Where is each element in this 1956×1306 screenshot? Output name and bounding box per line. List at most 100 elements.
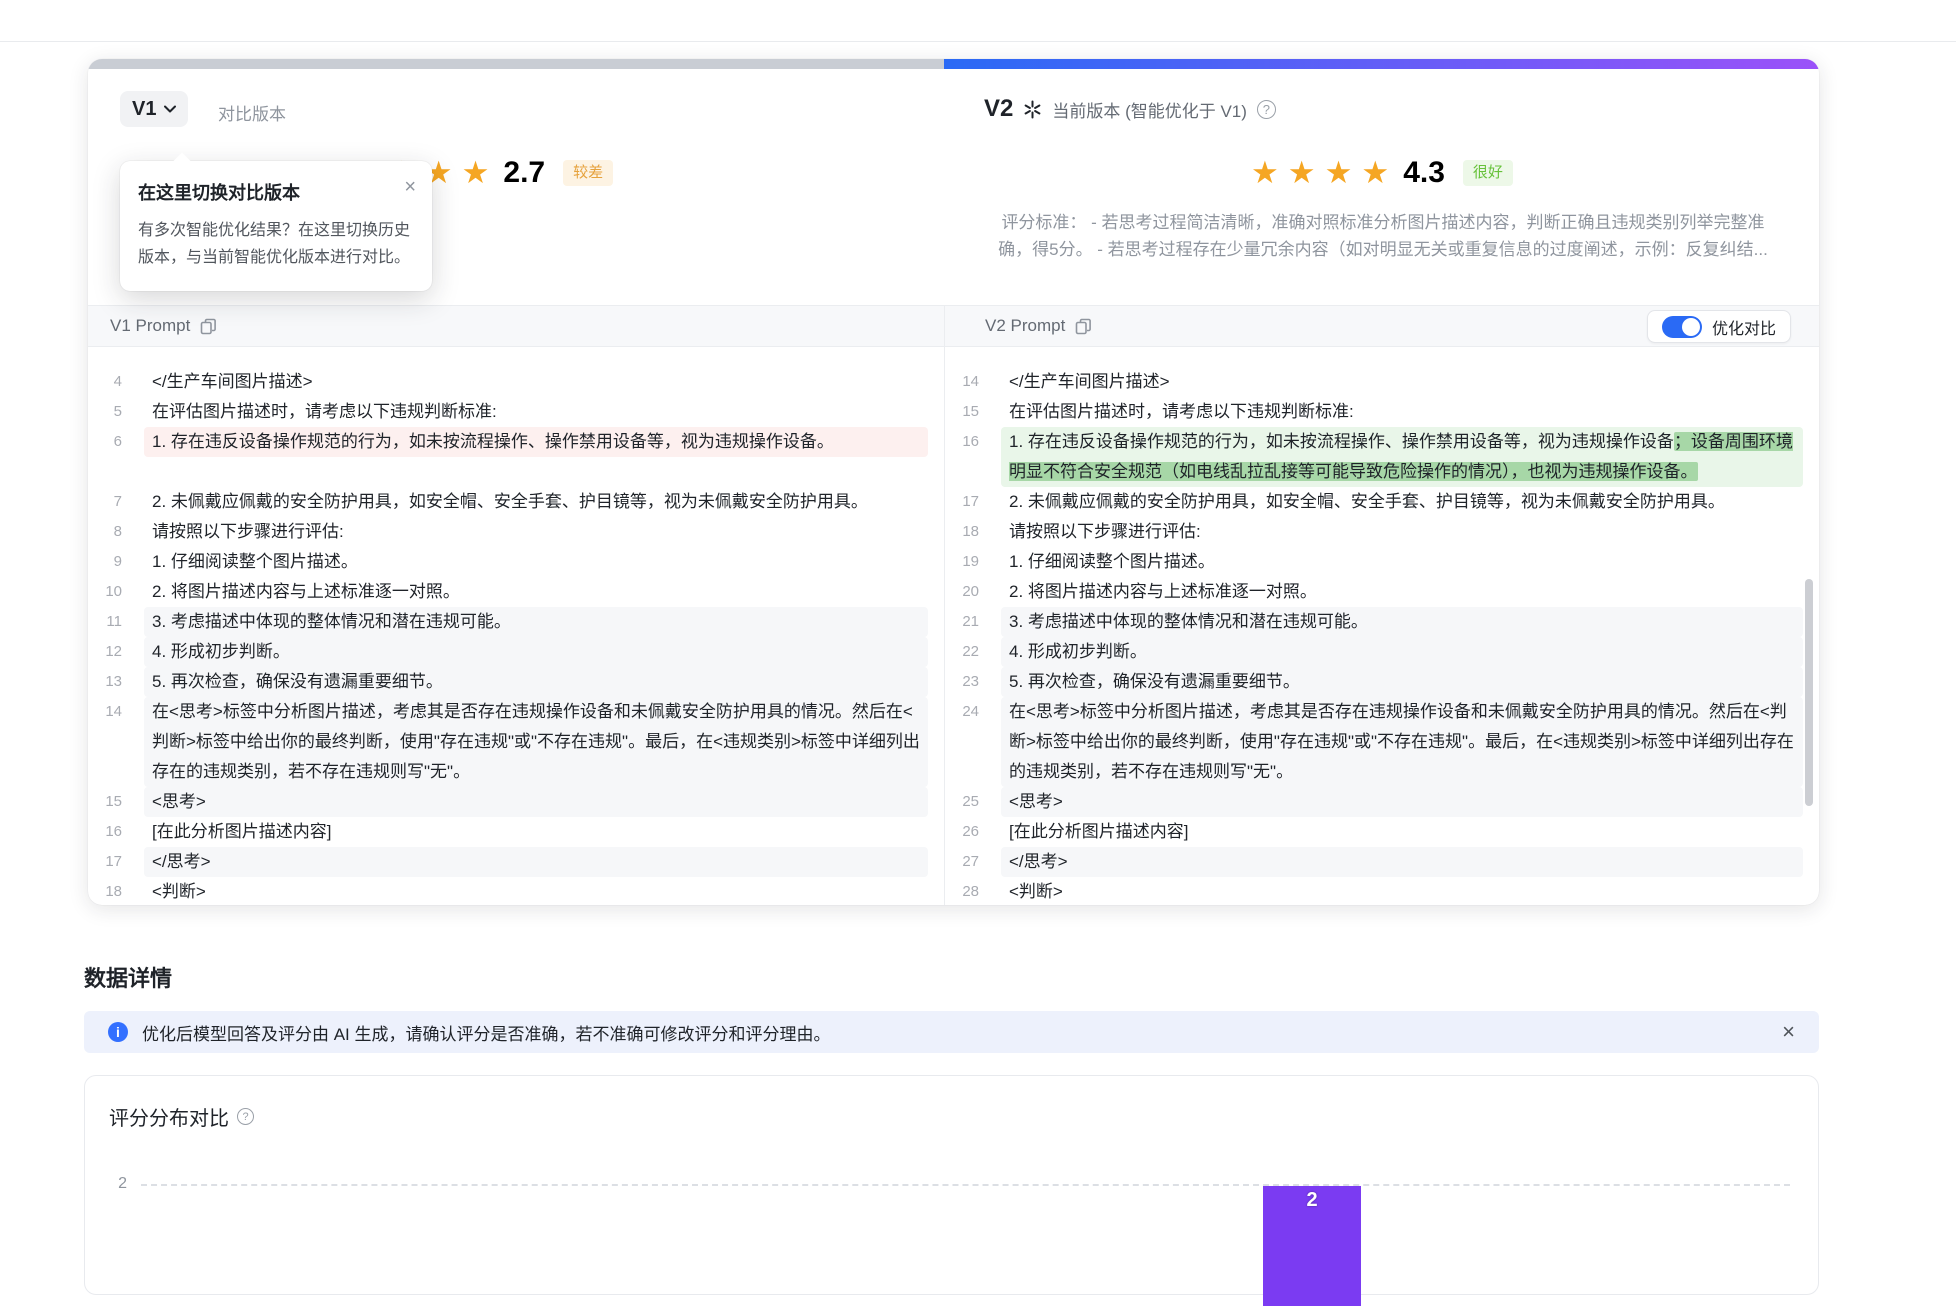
code-line: 19 1. 仔细阅读整个图片描述。 bbox=[945, 547, 1819, 577]
line-number: 22 bbox=[945, 637, 979, 667]
code-line: 17 </思考> bbox=[88, 847, 944, 877]
line-number: 16 bbox=[88, 817, 122, 847]
line-number: 12 bbox=[88, 637, 122, 667]
code-line: 15 在评估图片描述时，请考虑以下违规判断标准: bbox=[945, 397, 1819, 427]
code-text: 4. 形成初步判断。 bbox=[1001, 637, 1803, 667]
line-number: 6 bbox=[88, 427, 122, 457]
code-text: 1. 仔细阅读整个图片描述。 bbox=[1001, 547, 1803, 577]
code-line: 6 1. 存在违反设备操作规范的行为，如未按流程操作、操作禁用设备等，视为违规操作… bbox=[88, 427, 944, 457]
optimize-compare-toggle[interactable]: 优化对比 bbox=[1647, 310, 1791, 343]
line-number: 8 bbox=[88, 517, 122, 547]
code-text: 2. 将图片描述内容与上述标准逐一对照。 bbox=[144, 577, 928, 607]
line-number: 18 bbox=[945, 517, 979, 547]
code-line: 20 2. 将图片描述内容与上述标准逐一对照。 bbox=[945, 577, 1819, 607]
v2-scoring-criteria: 评分标准： - 若思考过程简洁清晰，准确对照标准分析图片描述内容，判断正确且违规… bbox=[988, 209, 1778, 263]
scrollbar-thumb[interactable] bbox=[1805, 579, 1813, 806]
line-number: 16 bbox=[945, 427, 979, 487]
line-number: 13 bbox=[88, 667, 122, 697]
chart-title: 评分分布对比 bbox=[109, 1102, 229, 1131]
line-number: 17 bbox=[88, 847, 122, 877]
line-number: 10 bbox=[88, 577, 122, 607]
banner-text: 优化后模型回答及评分由 AI 生成，请确认评分是否准确，若不准确可修改评分和评分… bbox=[142, 1020, 1768, 1045]
copy-icon bbox=[200, 318, 217, 335]
chart-title-row: 评分分布对比 ? bbox=[109, 1102, 254, 1131]
v1-prompt-content: 4</生产车间图片描述>5 在评估图片描述时，请考虑以下违规判断标准: 6 1. 存在… bbox=[88, 347, 944, 905]
tooltip-title: 在这里切换对比版本 bbox=[138, 179, 414, 205]
code-line: 72. 未佩戴应佩戴的安全防护用具，如安全帽、安全手套、护目镜等，视为未佩戴安全… bbox=[88, 487, 944, 517]
v2-title-row: V2 当前版本 (智能优化于 V1) ? bbox=[984, 95, 1276, 123]
star-icon: ★ bbox=[1361, 155, 1389, 191]
v1-copy-button[interactable] bbox=[200, 318, 217, 335]
line-number: 4 bbox=[88, 367, 122, 397]
line-number: 17 bbox=[945, 487, 979, 517]
star-icon: ★ bbox=[1325, 155, 1353, 191]
v1-version-label: V1 bbox=[132, 98, 156, 121]
v1-color-bar bbox=[88, 59, 944, 69]
page-header-divider bbox=[0, 41, 1956, 42]
line-number: 15 bbox=[945, 397, 979, 427]
code-text: 在评估图片描述时，请考虑以下违规判断标准: bbox=[144, 397, 928, 427]
v1-prompt-header: V1 Prompt bbox=[88, 306, 944, 346]
prompt-diff-area: 4</生产车间图片描述>5 在评估图片描述时，请考虑以下违规判断标准: 6 1. 存在… bbox=[88, 347, 1819, 905]
code-line: 28<判断> bbox=[945, 877, 1819, 905]
code-text: 在评估图片描述时，请考虑以下违规判断标准: bbox=[1001, 397, 1803, 427]
chart-bar-label: 2 bbox=[1263, 1189, 1361, 1212]
code-text: [在此分析图片描述内容] bbox=[144, 817, 928, 847]
code-text: 3. 考虑描述中体现的整体情况和潜在违规可能。 bbox=[144, 607, 928, 637]
ai-optimize-icon bbox=[1023, 100, 1042, 119]
code-line: 8请按照以下步骤进行评估: bbox=[88, 517, 944, 547]
code-text: 4. 形成初步判断。 bbox=[144, 637, 928, 667]
chart-help-icon[interactable]: ? bbox=[237, 1108, 254, 1125]
v1-score: 2.7 bbox=[503, 156, 545, 190]
gridline bbox=[141, 1184, 1790, 1186]
code-text: <思考> bbox=[144, 787, 928, 817]
line-number: 5 bbox=[88, 397, 122, 427]
card-top-color-bar bbox=[88, 59, 1819, 69]
code-line: 4</生产车间图片描述> bbox=[88, 367, 944, 397]
v2-prompt-header: V2 Prompt 优化对比 bbox=[944, 306, 1819, 346]
code-text: 2. 将图片描述内容与上述标准逐一对照。 bbox=[1001, 577, 1803, 607]
code-line: 22 4. 形成初步判断。 bbox=[945, 637, 1819, 667]
v1-version-select[interactable]: V1 bbox=[120, 91, 188, 127]
compare-version-label: 对比版本 bbox=[218, 100, 286, 125]
code-line: 235. 再次检查，确保没有遗漏重要细节。 bbox=[945, 667, 1819, 697]
line-number: 14 bbox=[88, 697, 122, 787]
card-header: V1 对比版本 ★★★ 2.7 较差 在这里切换对比版本 × 有多次智能优化结果… bbox=[88, 69, 1819, 305]
v2-prompt-label: V2 Prompt bbox=[985, 316, 1065, 336]
line-number: 14 bbox=[945, 367, 979, 397]
code-line: 18<判断> bbox=[88, 877, 944, 905]
help-icon[interactable]: ? bbox=[1257, 100, 1276, 119]
code-line: 5 在评估图片描述时，请考虑以下违规判断标准: bbox=[88, 397, 944, 427]
toggle-switch-on[interactable] bbox=[1662, 316, 1702, 338]
code-text: 1. 存在违反设备操作规范的行为，如未按流程操作、操作禁用设备等，视为违规操作设… bbox=[144, 427, 928, 457]
score-distribution-card: 评分分布对比 ? 2 2 bbox=[84, 1075, 1819, 1295]
star-icon: ★ bbox=[462, 155, 490, 191]
code-line: 26[在此分析图片描述内容] bbox=[945, 817, 1819, 847]
code-text: 在<思考>标签中分析图片描述，考虑其是否存在违规操作设备和未佩戴安全防护用具的情… bbox=[1001, 697, 1803, 787]
code-line: 113. 考虑描述中体现的整体情况和潜在违规可能。 bbox=[88, 607, 944, 637]
tooltip-body: 有多次智能优化结果？在这里切换历史版本，与当前智能优化版本进行对比。 bbox=[138, 217, 414, 271]
code-line: 17 2. 未佩戴应佩戴的安全防护用具，如安全帽、安全手套、护目镜等，视为未佩戴安… bbox=[945, 487, 1819, 517]
code-line: 161. 存在违反设备操作规范的行为，如未按流程操作、操作禁用设备等，视为违规操… bbox=[945, 427, 1819, 487]
banner-close-icon[interactable]: × bbox=[1782, 1019, 1795, 1045]
code-line: 24在<思考>标签中分析图片描述，考虑其是否存在违规操作设备和未佩戴安全防护用具… bbox=[945, 697, 1819, 787]
code-line: 213. 考虑描述中体现的整体情况和潜在违规可能。 bbox=[945, 607, 1819, 637]
version-switch-tooltip: 在这里切换对比版本 × 有多次智能优化结果？在这里切换历史版本，与当前智能优化版… bbox=[120, 161, 432, 291]
v2-copy-button[interactable] bbox=[1075, 318, 1092, 335]
line-number: 19 bbox=[945, 547, 979, 577]
ai-notice-banner: i 优化后模型回答及评分由 AI 生成，请确认评分是否准确，若不准确可修改评分和… bbox=[84, 1011, 1819, 1053]
code-text: </思考> bbox=[144, 847, 928, 877]
chevron-down-icon bbox=[164, 105, 176, 113]
toggle-label: 优化对比 bbox=[1712, 315, 1776, 339]
v2-rating: ★★★★ 4.3 很好 bbox=[1251, 153, 1513, 193]
tooltip-close-icon[interactable]: × bbox=[404, 176, 416, 199]
code-line: 15<思考> bbox=[88, 787, 944, 817]
copy-icon bbox=[1075, 318, 1092, 335]
line-number: 20 bbox=[945, 577, 979, 607]
code-line: 14在<思考>标签中分析图片描述，考虑其是否存在违规操作设备和未佩戴安全防护用具… bbox=[88, 697, 944, 787]
v2-score: 4.3 bbox=[1403, 156, 1445, 190]
prompt-bar: V1 Prompt V2 Prompt 优化对比 bbox=[88, 305, 1819, 347]
code-text: 5. 再次检查，确保没有遗漏重要细节。 bbox=[1001, 667, 1803, 697]
line-number: 27 bbox=[945, 847, 979, 877]
code-text: 2. 未佩戴应佩戴的安全防护用具，如安全帽、安全手套、护目镜等，视为未佩戴安全防… bbox=[1001, 487, 1803, 517]
